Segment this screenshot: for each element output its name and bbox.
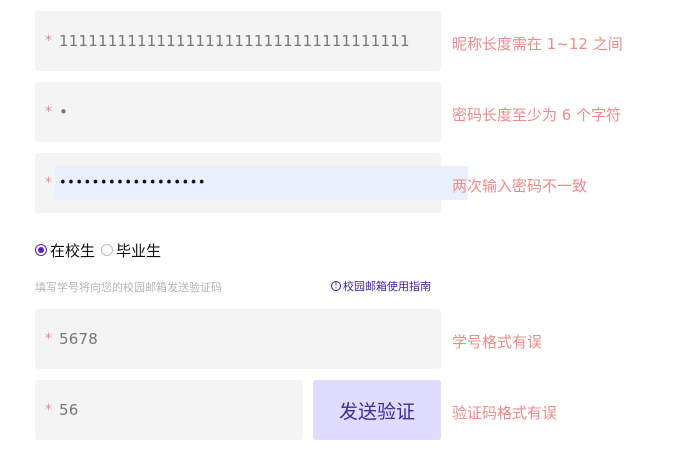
radio-label: 毕业生	[116, 241, 162, 260]
radio-graduate[interactable]: 毕业生	[101, 240, 161, 261]
identity-radio-group: 在校生 毕业生	[35, 240, 167, 260]
password-input[interactable]: •	[59, 103, 68, 121]
required-mark: *	[45, 104, 52, 120]
student-id-field[interactable]: * 5678	[35, 309, 441, 369]
radio-dot	[101, 244, 114, 256]
password-field[interactable]: * •	[35, 82, 441, 142]
student-id-error: 学号格式有误	[452, 333, 543, 351]
radio-label: 在校生	[50, 241, 96, 260]
required-mark: *	[45, 175, 52, 191]
student-id-input[interactable]: 5678	[59, 330, 98, 348]
required-mark: *	[45, 33, 52, 49]
guide-link-label: 校园邮箱使用指南	[343, 280, 431, 293]
radio-current-student[interactable]: 在校生	[35, 240, 95, 261]
send-code-button[interactable]: 发送验证	[313, 380, 441, 440]
radio-dot-checked	[35, 244, 47, 256]
confirm-password-field[interactable]: * ••••••••••••••••••	[35, 153, 468, 213]
verify-code-error: 验证码格式有误	[452, 404, 558, 422]
required-mark: *	[45, 331, 52, 347]
confirm-password-value: ••••••••••••••••••	[59, 175, 207, 191]
password-error: 密码长度至少为 6 个字符	[452, 106, 622, 124]
nickname-error: 昵称长度需在 1~12 之间	[452, 35, 623, 53]
verify-code-field[interactable]: * 56	[35, 380, 303, 440]
campus-email-guide-link[interactable]: ! 校园邮箱使用指南	[331, 278, 431, 294]
required-mark: *	[45, 402, 52, 418]
nickname-field[interactable]: * 111111111111111111111111111111111111	[35, 11, 441, 71]
confirm-password-error: 两次输入密码不一致	[452, 177, 588, 195]
nickname-input[interactable]: 111111111111111111111111111111111111	[59, 32, 410, 50]
confirm-password-input[interactable]: ••••••••••••••••••	[55, 166, 468, 200]
student-id-hint: 填写学号将向您的校园邮箱发送验证码	[35, 281, 222, 294]
verify-code-input[interactable]: 56	[59, 401, 79, 419]
info-icon: !	[331, 281, 341, 291]
